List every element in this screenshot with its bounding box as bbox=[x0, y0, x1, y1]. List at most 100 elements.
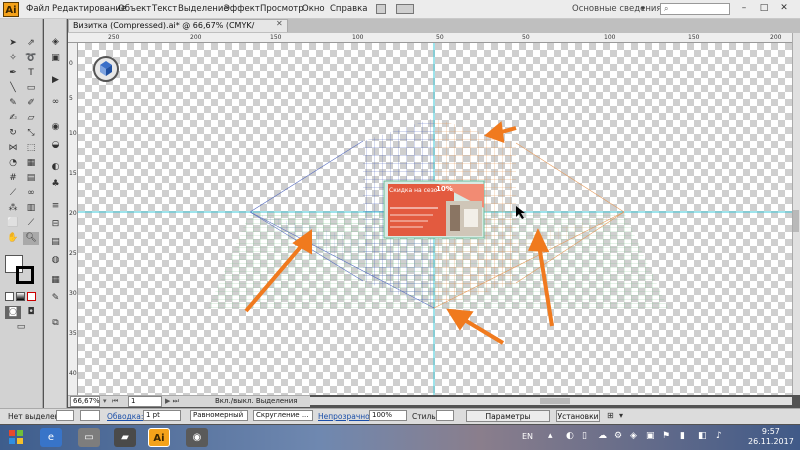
menu-select[interactable]: Выделение bbox=[178, 4, 229, 14]
align-panel-icon[interactable]: ⊟ bbox=[48, 218, 63, 231]
tray-monitor-icon[interactable]: ▣ bbox=[646, 431, 655, 441]
width-tool-icon[interactable]: ⋈ bbox=[5, 142, 21, 155]
illustrator-taskbar-icon[interactable]: Ai bbox=[148, 428, 170, 447]
scale-tool-icon[interactable]: ⤡ bbox=[23, 127, 39, 140]
direct-selection-tool-icon[interactable]: ⇗ bbox=[23, 37, 39, 50]
workspace-switcher[interactable]: Основные сведения bbox=[572, 4, 662, 14]
next-artboard-icon[interactable]: ▶ ⏭ bbox=[165, 397, 179, 406]
shape-builder-tool-icon[interactable]: ◔ bbox=[5, 157, 21, 170]
layers-panel-icon[interactable]: ◈ bbox=[48, 36, 63, 49]
menu-type[interactable]: Текст bbox=[152, 4, 177, 14]
perspective-grid[interactable] bbox=[78, 43, 792, 395]
network-icon[interactable]: ▯ bbox=[582, 431, 587, 441]
pen-tool-icon[interactable]: ✒ bbox=[5, 67, 21, 80]
line-tool-icon[interactable]: ╲ bbox=[5, 82, 21, 95]
actions-panel-icon[interactable]: ▶ bbox=[48, 74, 63, 87]
perspective-grid-tool-icon[interactable]: ▦ bbox=[23, 157, 39, 170]
menu-effect[interactable]: Эффект bbox=[224, 4, 260, 14]
color-mode-icon[interactable] bbox=[5, 292, 14, 301]
arrange-documents-icon[interactable] bbox=[396, 4, 414, 14]
recorder-app-icon[interactable]: ◉ bbox=[186, 428, 208, 447]
draw-inside-icon[interactable]: ◘ bbox=[23, 306, 39, 319]
tray-shield-icon[interactable]: ◈ bbox=[630, 431, 637, 441]
menu-file[interactable]: Файл bbox=[26, 4, 49, 14]
gradient-tool-icon[interactable]: ▤ bbox=[23, 172, 39, 185]
none-mode-icon[interactable] bbox=[27, 292, 36, 301]
blend-tool-icon[interactable]: ∞ bbox=[23, 187, 39, 200]
stroke-link[interactable]: Обводка: bbox=[107, 412, 143, 421]
artboards-panel-icon[interactable]: ▣ bbox=[48, 52, 63, 65]
stroke-weight-field[interactable]: 1 pt bbox=[143, 410, 181, 421]
screen-mode-icon[interactable]: ▭ bbox=[13, 321, 29, 334]
transparency-panel-icon[interactable]: ◐ bbox=[48, 161, 63, 174]
zoom-field[interactable]: 66,67% bbox=[70, 396, 100, 407]
stroke-panel-icon[interactable]: ≡ bbox=[48, 200, 63, 213]
stroke-swatch[interactable] bbox=[16, 266, 34, 284]
rectangle-tool-icon[interactable]: ▭ bbox=[23, 82, 39, 95]
color-guide-panel-icon[interactable]: ◍ bbox=[48, 254, 63, 267]
menu-object[interactable]: Объект bbox=[118, 4, 151, 14]
hand-tool-icon[interactable]: ✋ bbox=[5, 232, 21, 245]
menu-edit[interactable]: Редактирование bbox=[52, 4, 126, 14]
column-graph-tool-icon[interactable]: ▥ bbox=[23, 202, 39, 215]
tray-chevron-icon[interactable]: ▴ bbox=[548, 431, 553, 441]
windows-start-icon[interactable] bbox=[6, 427, 26, 447]
appearance-panel-icon[interactable]: ◉ bbox=[48, 121, 63, 134]
preferences-button[interactable]: Установки bbox=[556, 410, 600, 422]
tray-flag-icon[interactable]: ⚑ bbox=[662, 431, 670, 441]
variable-width-profile-select[interactable]: Равномерный bbox=[190, 410, 248, 421]
chevron-down-icon[interactable]: ▾ bbox=[641, 4, 645, 13]
brushes-panel-icon[interactable]: ✎ bbox=[48, 292, 63, 305]
tray-settings-icon[interactable]: ⚙ bbox=[614, 431, 622, 441]
tray-cloud-icon[interactable]: ☁ bbox=[598, 431, 607, 441]
close-icon[interactable]: ✕ bbox=[276, 19, 283, 28]
eraser-tool-icon[interactable]: ▱ bbox=[23, 112, 39, 125]
pencil-tool-icon[interactable]: ✐ bbox=[23, 97, 39, 110]
document-tab[interactable]: Визитка (Compressed).ai* @ 66,67% (CMYK/… bbox=[68, 19, 288, 42]
close-button[interactable]: ✕ bbox=[776, 2, 792, 15]
internet-explorer-icon[interactable]: e bbox=[40, 428, 62, 447]
panel-menu-icon[interactable]: ▾ bbox=[619, 411, 623, 420]
tray-bars-icon[interactable]: ▮ bbox=[680, 431, 685, 441]
vertical-scroll-thumb[interactable] bbox=[793, 210, 799, 232]
opacity-field[interactable]: 100% bbox=[369, 410, 407, 421]
gradient-panel-icon[interactable]: ▤ bbox=[48, 236, 63, 249]
slice-tool-icon[interactable]: ⟋ bbox=[23, 217, 39, 230]
menu-help[interactable]: Справка bbox=[330, 4, 367, 14]
maximize-button[interactable]: □ bbox=[756, 2, 772, 15]
zoom-tool-icon[interactable]: 🔍︎ bbox=[23, 232, 39, 245]
type-tool-icon[interactable]: T bbox=[23, 67, 39, 80]
bridge-icon[interactable] bbox=[376, 4, 386, 14]
blob-brush-tool-icon[interactable]: ✍ bbox=[5, 112, 21, 125]
graphic-style-picker[interactable] bbox=[436, 410, 454, 421]
symbol-sprayer-tool-icon[interactable]: ⁂ bbox=[5, 202, 21, 215]
pathfinder-panel-icon[interactable]: ⧉ bbox=[48, 317, 63, 330]
graphic-styles-panel-icon[interactable]: ◒ bbox=[48, 139, 63, 152]
horizontal-ruler[interactable] bbox=[68, 33, 792, 43]
status-text[interactable]: Вкл./выкл. Выделения bbox=[215, 397, 298, 405]
free-transform-tool-icon[interactable]: ⬚ bbox=[23, 142, 39, 155]
eyedropper-tool-icon[interactable]: ⟋ bbox=[5, 187, 21, 200]
document-setup-button[interactable]: Параметры документа bbox=[466, 410, 550, 432]
volume-icon[interactable]: ♪ bbox=[716, 431, 722, 441]
mesh-tool-icon[interactable]: # bbox=[5, 172, 21, 185]
tray-app-icon[interactable]: ◐ bbox=[566, 431, 574, 441]
artboard-tool-icon[interactable]: ⬜ bbox=[5, 217, 21, 230]
tray-network-icon[interactable]: ◧ bbox=[698, 431, 707, 441]
help-search-input[interactable] bbox=[660, 3, 730, 15]
stroke-color-picker[interactable] bbox=[80, 410, 100, 421]
artboard-canvas[interactable]: Скидка на сезо 10% bbox=[78, 43, 792, 395]
minimize-button[interactable]: – bbox=[736, 2, 752, 15]
chevron-down-icon[interactable]: ▾ bbox=[103, 397, 107, 405]
rotate-tool-icon[interactable]: ↻ bbox=[5, 127, 21, 140]
artboard-number-field[interactable]: 1 bbox=[128, 396, 162, 407]
media-app-icon[interactable]: ▰ bbox=[114, 428, 136, 447]
first-artboard-icon[interactable]: ⏮ bbox=[112, 397, 118, 406]
fill-color-picker[interactable] bbox=[56, 410, 74, 421]
menu-window[interactable]: Окно bbox=[302, 4, 325, 14]
system-clock[interactable]: 9:57 26.11.2017 bbox=[748, 427, 794, 447]
selection-tool-icon[interactable]: ➤ bbox=[5, 37, 21, 50]
brush-definition-select[interactable]: Скругление ... bbox=[253, 410, 313, 421]
magic-wand-tool-icon[interactable]: ✧ bbox=[5, 52, 21, 65]
draw-normal-icon[interactable]: ◙ bbox=[5, 306, 21, 319]
